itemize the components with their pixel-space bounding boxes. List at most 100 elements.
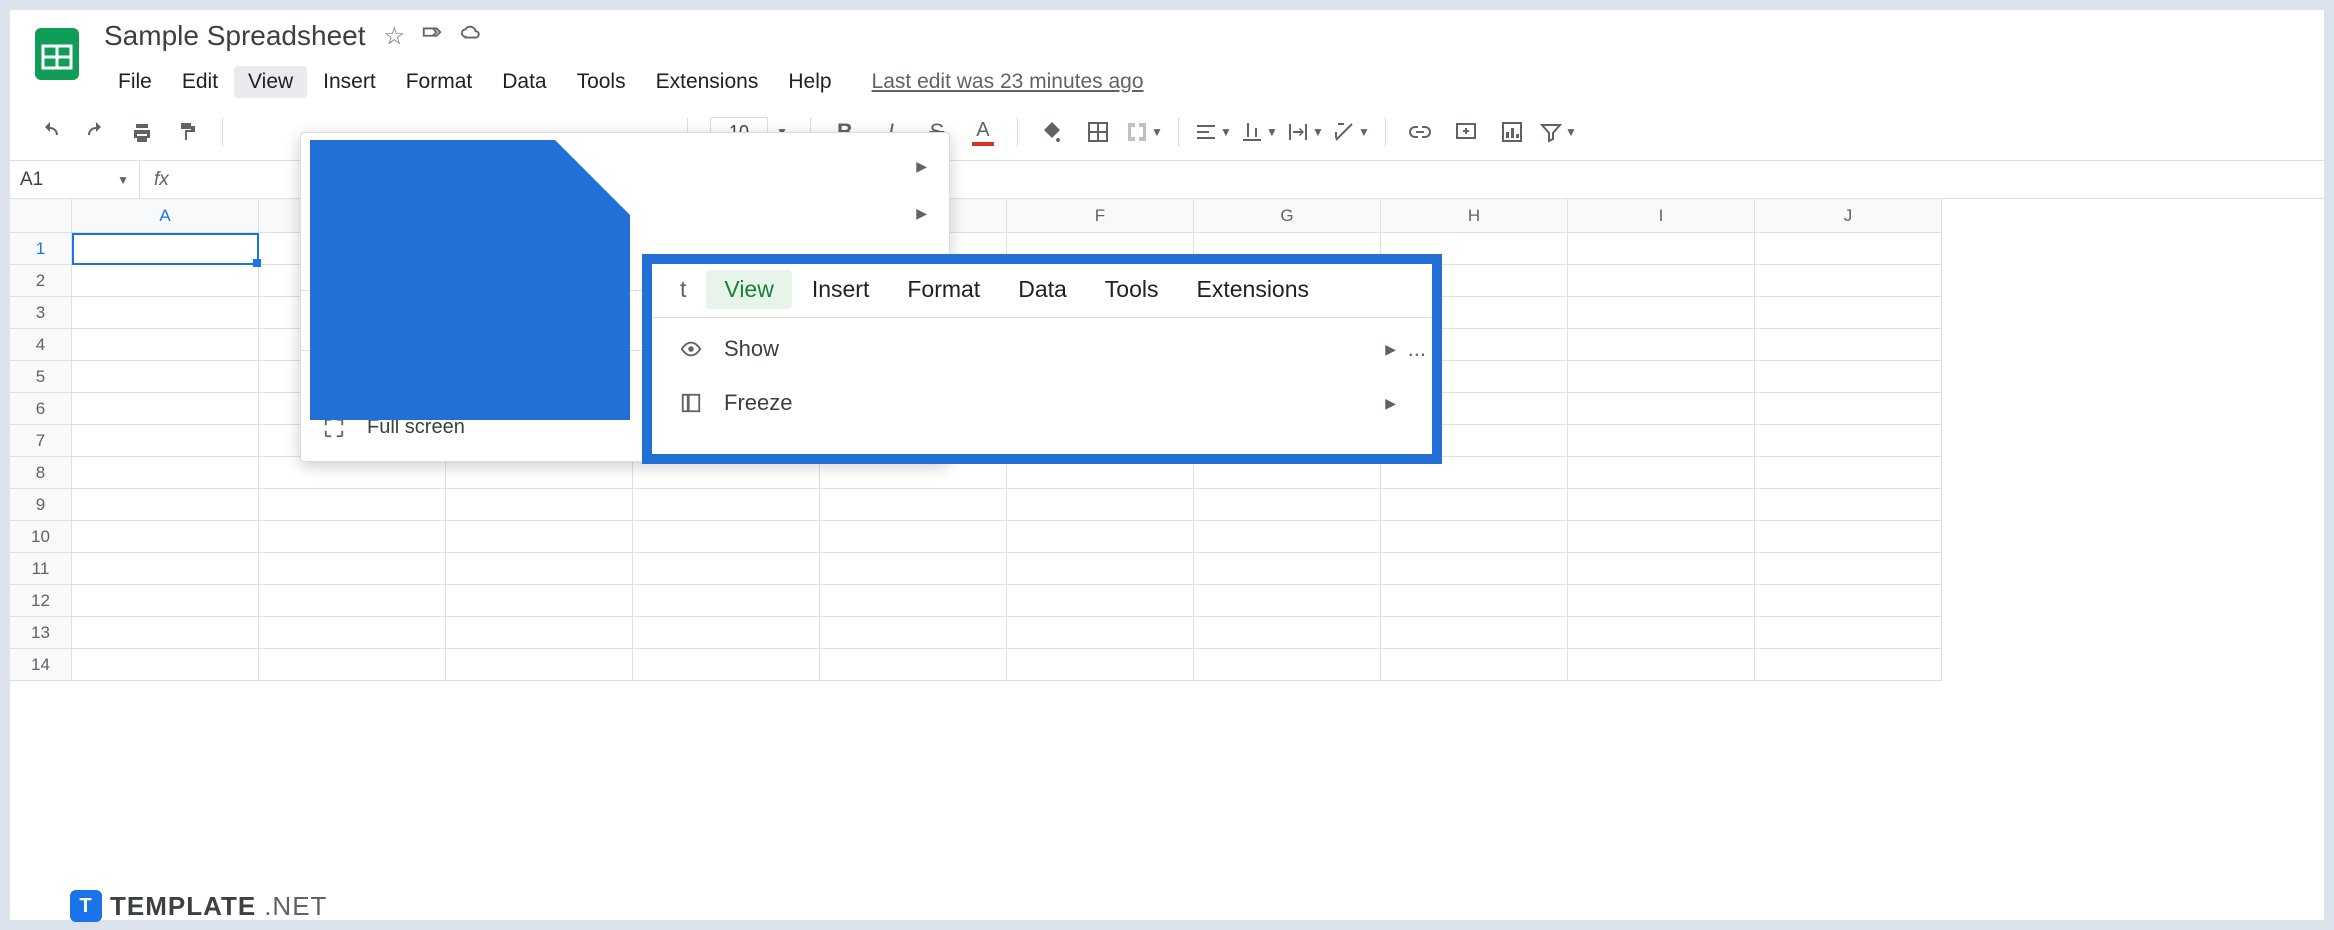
cell[interactable] xyxy=(72,553,259,585)
cell[interactable] xyxy=(259,521,446,553)
row-header[interactable]: 12 xyxy=(10,585,72,617)
name-box[interactable]: A1▼ xyxy=(10,161,140,198)
menu-extensions[interactable]: Extensions xyxy=(642,66,773,98)
cell[interactable] xyxy=(1194,649,1381,681)
row-header[interactable]: 6 xyxy=(10,393,72,425)
col-header[interactable]: G xyxy=(1194,199,1381,233)
cell[interactable] xyxy=(1568,649,1755,681)
callout-menu-extensions[interactable]: Extensions xyxy=(1179,270,1328,309)
menu-help[interactable]: Help xyxy=(774,66,845,98)
cell[interactable] xyxy=(259,553,446,585)
comment-button[interactable] xyxy=(1445,112,1487,152)
cell[interactable] xyxy=(72,233,259,265)
row-header[interactable]: 9 xyxy=(10,489,72,521)
cell[interactable] xyxy=(1755,265,1942,297)
cell[interactable] xyxy=(446,617,633,649)
cell[interactable] xyxy=(1755,553,1942,585)
cell[interactable] xyxy=(1007,553,1194,585)
menu-view[interactable]: View xyxy=(234,66,307,98)
cell[interactable] xyxy=(72,265,259,297)
rotate-button[interactable]: ▼ xyxy=(1330,112,1372,152)
cell[interactable] xyxy=(1568,617,1755,649)
cell[interactable] xyxy=(1568,553,1755,585)
cell[interactable] xyxy=(72,329,259,361)
chart-button[interactable] xyxy=(1491,112,1533,152)
cell[interactable] xyxy=(1007,617,1194,649)
col-header[interactable]: H xyxy=(1381,199,1568,233)
cell[interactable] xyxy=(820,521,1007,553)
paint-format-button[interactable] xyxy=(167,112,209,152)
cell[interactable] xyxy=(1194,585,1381,617)
cell[interactable] xyxy=(259,617,446,649)
cell[interactable] xyxy=(1755,585,1942,617)
star-icon[interactable]: ☆ xyxy=(384,22,406,51)
row-header[interactable]: 10 xyxy=(10,521,72,553)
cell[interactable] xyxy=(1755,425,1942,457)
callout-menu-view[interactable]: View xyxy=(706,270,791,309)
cell[interactable] xyxy=(1568,521,1755,553)
borders-button[interactable] xyxy=(1077,112,1119,152)
cell[interactable] xyxy=(72,393,259,425)
col-header[interactable]: J xyxy=(1755,199,1942,233)
row-header[interactable]: 4 xyxy=(10,329,72,361)
callout-menu-data[interactable]: Data xyxy=(1000,270,1085,309)
callout-menu-format[interactable]: Format xyxy=(889,270,998,309)
cell[interactable] xyxy=(1381,521,1568,553)
cell[interactable] xyxy=(1007,521,1194,553)
cell[interactable] xyxy=(72,457,259,489)
cell[interactable] xyxy=(1568,585,1755,617)
undo-button[interactable] xyxy=(29,112,71,152)
cell[interactable] xyxy=(72,649,259,681)
callout-show-item[interactable]: Show▶... xyxy=(652,322,1432,376)
cell[interactable] xyxy=(1568,265,1755,297)
cell[interactable] xyxy=(259,649,446,681)
cell[interactable] xyxy=(1381,649,1568,681)
cell[interactable] xyxy=(446,489,633,521)
select-all-corner[interactable] xyxy=(10,199,72,233)
row-header[interactable]: 1 xyxy=(10,233,72,265)
view-show-item[interactable]: Show▶ xyxy=(301,143,949,190)
redo-button[interactable] xyxy=(75,112,117,152)
merge-button[interactable]: ▼ xyxy=(1123,112,1165,152)
cell[interactable] xyxy=(1568,361,1755,393)
row-header[interactable]: 13 xyxy=(10,617,72,649)
cell[interactable] xyxy=(1755,233,1942,265)
print-button[interactable] xyxy=(121,112,163,152)
link-button[interactable] xyxy=(1399,112,1441,152)
cell[interactable] xyxy=(72,585,259,617)
move-icon[interactable] xyxy=(421,22,443,51)
menu-data[interactable]: Data xyxy=(488,66,560,98)
cell[interactable] xyxy=(1755,329,1942,361)
cell[interactable] xyxy=(1755,361,1942,393)
cell[interactable] xyxy=(72,521,259,553)
wrap-button[interactable]: ▼ xyxy=(1284,112,1326,152)
cell[interactable] xyxy=(1194,617,1381,649)
cell[interactable] xyxy=(446,521,633,553)
cell[interactable] xyxy=(259,489,446,521)
cell[interactable] xyxy=(1755,297,1942,329)
cell[interactable] xyxy=(1194,521,1381,553)
row-header[interactable]: 3 xyxy=(10,297,72,329)
cell[interactable] xyxy=(72,361,259,393)
cell[interactable] xyxy=(1381,489,1568,521)
col-header[interactable]: A xyxy=(72,199,259,233)
cell[interactable] xyxy=(1755,521,1942,553)
cell[interactable] xyxy=(1568,489,1755,521)
fill-color-button[interactable] xyxy=(1031,112,1073,152)
col-header[interactable]: F xyxy=(1007,199,1194,233)
cell[interactable] xyxy=(820,553,1007,585)
row-header[interactable]: 8 xyxy=(10,457,72,489)
cell[interactable] xyxy=(1568,425,1755,457)
cell[interactable] xyxy=(446,585,633,617)
cell[interactable] xyxy=(633,489,820,521)
menu-edit[interactable]: Edit xyxy=(168,66,232,98)
row-header[interactable]: 7 xyxy=(10,425,72,457)
cell[interactable] xyxy=(72,297,259,329)
cell[interactable] xyxy=(72,489,259,521)
view-freeze-item[interactable]: Freeze▶ xyxy=(301,190,949,237)
cell[interactable] xyxy=(446,553,633,585)
cell[interactable] xyxy=(1755,649,1942,681)
cell[interactable] xyxy=(1755,393,1942,425)
col-header[interactable]: I xyxy=(1568,199,1755,233)
cell[interactable] xyxy=(72,425,259,457)
